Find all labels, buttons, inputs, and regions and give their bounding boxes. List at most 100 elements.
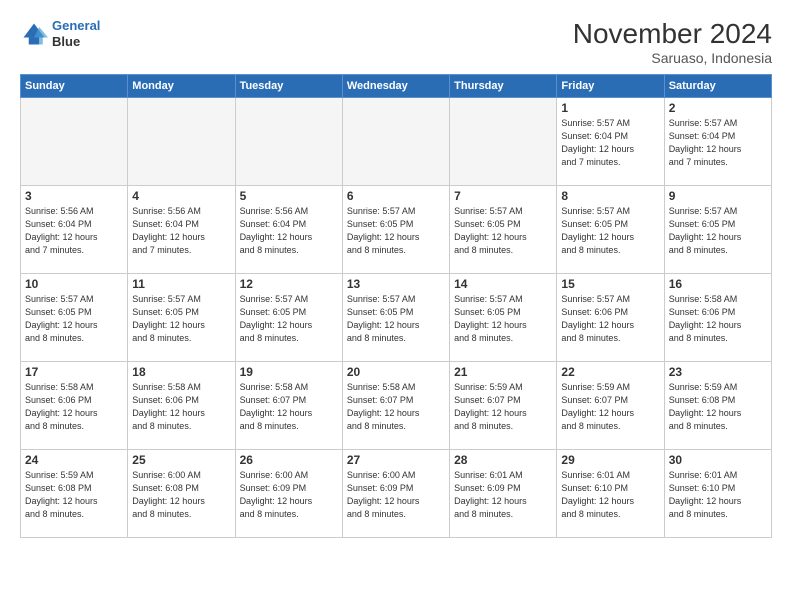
- table-row: 8 Sunrise: 5:57 AM Sunset: 6:05 PM Daylig…: [557, 186, 664, 274]
- day-info: Sunrise: 5:57 AM Sunset: 6:05 PM Dayligh…: [132, 293, 230, 345]
- table-row: 14 Sunrise: 5:57 AM Sunset: 6:05 PM Dayli…: [450, 274, 557, 362]
- table-row: 6 Sunrise: 5:57 AM Sunset: 6:05 PM Daylig…: [342, 186, 449, 274]
- day-number: 12: [240, 277, 338, 291]
- day-number: 8: [561, 189, 659, 203]
- table-row: 9 Sunrise: 5:57 AM Sunset: 6:05 PM Daylig…: [664, 186, 771, 274]
- table-row: [235, 98, 342, 186]
- day-info: Sunrise: 5:56 AM Sunset: 6:04 PM Dayligh…: [132, 205, 230, 257]
- table-row: 15 Sunrise: 5:57 AM Sunset: 6:06 PM Dayli…: [557, 274, 664, 362]
- table-row: 20 Sunrise: 5:58 AM Sunset: 6:07 PM Dayli…: [342, 362, 449, 450]
- day-info: Sunrise: 5:57 AM Sunset: 6:05 PM Dayligh…: [561, 205, 659, 257]
- table-row: [450, 98, 557, 186]
- col-sunday: Sunday: [21, 75, 128, 98]
- calendar: Sunday Monday Tuesday Wednesday Thursday…: [20, 74, 772, 538]
- day-number: 19: [240, 365, 338, 379]
- calendar-week-row: 3 Sunrise: 5:56 AM Sunset: 6:04 PM Daylig…: [21, 186, 772, 274]
- calendar-week-row: 1 Sunrise: 5:57 AM Sunset: 6:04 PM Daylig…: [21, 98, 772, 186]
- day-number: 25: [132, 453, 230, 467]
- table-row: 4 Sunrise: 5:56 AM Sunset: 6:04 PM Daylig…: [128, 186, 235, 274]
- table-row: 26 Sunrise: 6:00 AM Sunset: 6:09 PM Dayli…: [235, 450, 342, 538]
- table-row: [21, 98, 128, 186]
- day-number: 15: [561, 277, 659, 291]
- day-info: Sunrise: 5:57 AM Sunset: 6:05 PM Dayligh…: [454, 205, 552, 257]
- day-info: Sunrise: 6:00 AM Sunset: 6:09 PM Dayligh…: [240, 469, 338, 521]
- day-number: 20: [347, 365, 445, 379]
- day-number: 26: [240, 453, 338, 467]
- table-row: 3 Sunrise: 5:56 AM Sunset: 6:04 PM Daylig…: [21, 186, 128, 274]
- table-row: 27Sunrise: 6:00 AM Sunset: 6:09 PM Dayli…: [342, 450, 449, 538]
- calendar-week-row: 17Sunrise: 5:58 AM Sunset: 6:06 PM Dayli…: [21, 362, 772, 450]
- day-number: 30: [669, 453, 767, 467]
- day-number: 22: [561, 365, 659, 379]
- logo-text: General Blue: [52, 18, 100, 49]
- day-info: Sunrise: 5:59 AM Sunset: 6:07 PM Dayligh…: [454, 381, 552, 433]
- day-info: Sunrise: 6:01 AM Sunset: 6:10 PM Dayligh…: [561, 469, 659, 521]
- day-info: Sunrise: 5:59 AM Sunset: 6:07 PM Dayligh…: [561, 381, 659, 433]
- day-info: Sunrise: 5:57 AM Sunset: 6:04 PM Dayligh…: [561, 117, 659, 169]
- day-number: 1: [561, 101, 659, 115]
- day-info: Sunrise: 6:01 AM Sunset: 6:10 PM Dayligh…: [669, 469, 767, 521]
- day-number: 14: [454, 277, 552, 291]
- day-number: 18: [132, 365, 230, 379]
- day-info: Sunrise: 6:01 AM Sunset: 6:09 PM Dayligh…: [454, 469, 552, 521]
- day-number: 4: [132, 189, 230, 203]
- table-row: 17Sunrise: 5:58 AM Sunset: 6:06 PM Dayli…: [21, 362, 128, 450]
- day-info: Sunrise: 6:00 AM Sunset: 6:08 PM Dayligh…: [132, 469, 230, 521]
- day-number: 27: [347, 453, 445, 467]
- day-number: 13: [347, 277, 445, 291]
- day-number: 24: [25, 453, 123, 467]
- day-info: Sunrise: 5:57 AM Sunset: 6:05 PM Dayligh…: [347, 293, 445, 345]
- table-row: 28 Sunrise: 6:01 AM Sunset: 6:09 PM Dayli…: [450, 450, 557, 538]
- table-row: 29 Sunrise: 6:01 AM Sunset: 6:10 PM Dayli…: [557, 450, 664, 538]
- table-row: [128, 98, 235, 186]
- table-row: 23 Sunrise: 5:59 AM Sunset: 6:08 PM Dayli…: [664, 362, 771, 450]
- table-row: 30 Sunrise: 6:01 AM Sunset: 6:10 PM Dayli…: [664, 450, 771, 538]
- page: General Blue November 2024 Saruaso, Indo…: [0, 0, 792, 612]
- table-row: 2Sunrise: 5:57 AM Sunset: 6:04 PM Daylig…: [664, 98, 771, 186]
- logo-line1: General: [52, 18, 100, 33]
- day-info: Sunrise: 5:58 AM Sunset: 6:06 PM Dayligh…: [25, 381, 123, 433]
- col-saturday: Saturday: [664, 75, 771, 98]
- header: General Blue November 2024 Saruaso, Indo…: [20, 18, 772, 66]
- day-info: Sunrise: 5:57 AM Sunset: 6:05 PM Dayligh…: [25, 293, 123, 345]
- day-info: Sunrise: 5:57 AM Sunset: 6:05 PM Dayligh…: [454, 293, 552, 345]
- day-number: 7: [454, 189, 552, 203]
- day-number: 5: [240, 189, 338, 203]
- table-row: 21Sunrise: 5:59 AM Sunset: 6:07 PM Dayli…: [450, 362, 557, 450]
- day-number: 29: [561, 453, 659, 467]
- calendar-header-row: Sunday Monday Tuesday Wednesday Thursday…: [21, 75, 772, 98]
- calendar-week-row: 10Sunrise: 5:57 AM Sunset: 6:05 PM Dayli…: [21, 274, 772, 362]
- day-info: Sunrise: 5:57 AM Sunset: 6:04 PM Dayligh…: [669, 117, 767, 169]
- title-block: November 2024 Saruaso, Indonesia: [573, 18, 772, 66]
- day-info: Sunrise: 5:58 AM Sunset: 6:06 PM Dayligh…: [669, 293, 767, 345]
- table-row: 22 Sunrise: 5:59 AM Sunset: 6:07 PM Dayli…: [557, 362, 664, 450]
- day-number: 23: [669, 365, 767, 379]
- logo-icon: [20, 20, 48, 48]
- day-number: 6: [347, 189, 445, 203]
- table-row: 11 Sunrise: 5:57 AM Sunset: 6:05 PM Dayli…: [128, 274, 235, 362]
- table-row: [342, 98, 449, 186]
- logo: General Blue: [20, 18, 100, 49]
- day-number: 9: [669, 189, 767, 203]
- day-info: Sunrise: 5:57 AM Sunset: 6:06 PM Dayligh…: [561, 293, 659, 345]
- day-number: 28: [454, 453, 552, 467]
- day-info: Sunrise: 5:56 AM Sunset: 6:04 PM Dayligh…: [240, 205, 338, 257]
- day-info: Sunrise: 5:57 AM Sunset: 6:05 PM Dayligh…: [240, 293, 338, 345]
- day-info: Sunrise: 5:57 AM Sunset: 6:05 PM Dayligh…: [669, 205, 767, 257]
- calendar-week-row: 24 Sunrise: 5:59 AM Sunset: 6:08 PM Dayli…: [21, 450, 772, 538]
- table-row: 13 Sunrise: 5:57 AM Sunset: 6:05 PM Dayli…: [342, 274, 449, 362]
- day-number: 11: [132, 277, 230, 291]
- location: Saruaso, Indonesia: [573, 50, 772, 66]
- day-info: Sunrise: 5:59 AM Sunset: 6:08 PM Dayligh…: [669, 381, 767, 433]
- day-number: 3: [25, 189, 123, 203]
- day-info: Sunrise: 5:58 AM Sunset: 6:07 PM Dayligh…: [347, 381, 445, 433]
- day-info: Sunrise: 5:56 AM Sunset: 6:04 PM Dayligh…: [25, 205, 123, 257]
- day-info: Sunrise: 5:59 AM Sunset: 6:08 PM Dayligh…: [25, 469, 123, 521]
- table-row: 25 Sunrise: 6:00 AM Sunset: 6:08 PM Dayli…: [128, 450, 235, 538]
- table-row: 10Sunrise: 5:57 AM Sunset: 6:05 PM Dayli…: [21, 274, 128, 362]
- col-friday: Friday: [557, 75, 664, 98]
- table-row: 7 Sunrise: 5:57 AM Sunset: 6:05 PM Daylig…: [450, 186, 557, 274]
- col-tuesday: Tuesday: [235, 75, 342, 98]
- table-row: 12 Sunrise: 5:57 AM Sunset: 6:05 PM Dayli…: [235, 274, 342, 362]
- day-info: Sunrise: 5:57 AM Sunset: 6:05 PM Dayligh…: [347, 205, 445, 257]
